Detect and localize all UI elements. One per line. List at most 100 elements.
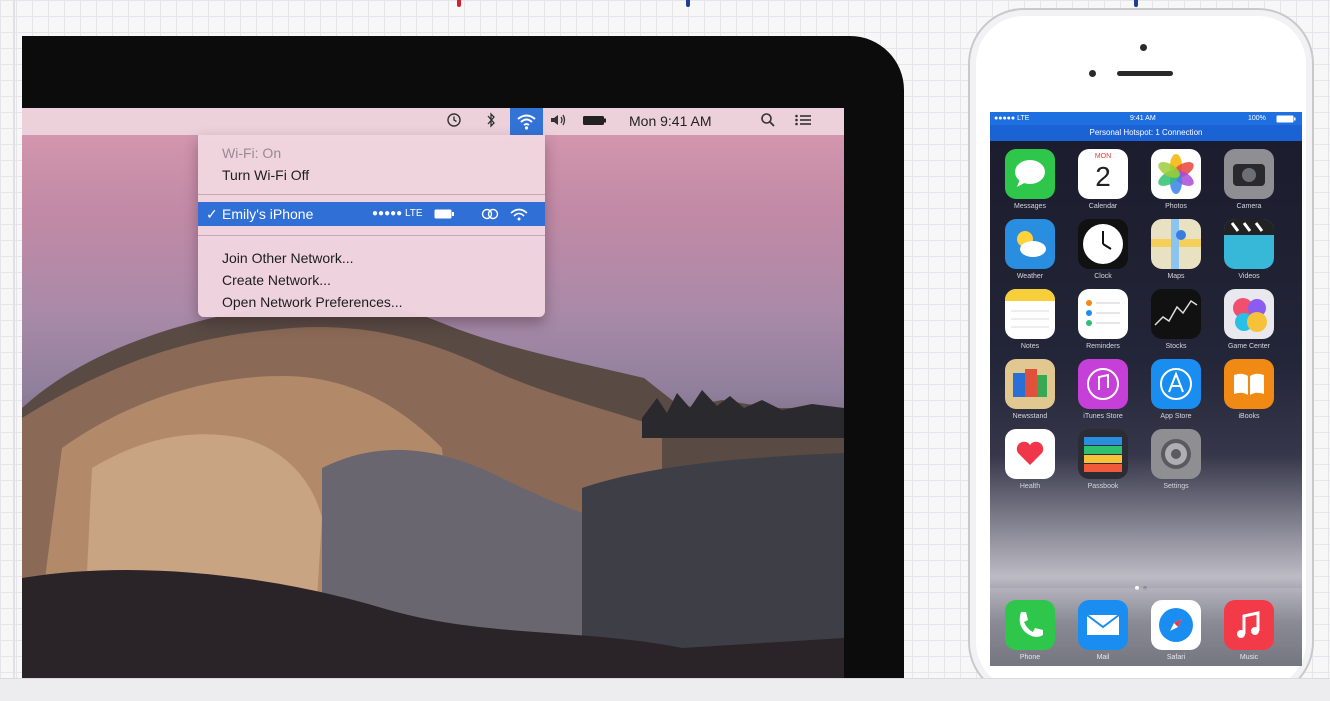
network-item-selected[interactable]: ✓ Emily's iPhone ●●●●● LTE — [198, 202, 545, 226]
safari-icon — [1151, 600, 1201, 650]
volume-icon[interactable] — [549, 112, 569, 131]
ios-battery-icon — [1276, 115, 1296, 123]
ios-status-bar: ●●●●● LTE 9:41 AM 100% — [990, 112, 1302, 125]
app-label: Mail — [1096, 654, 1110, 661]
app-stocks[interactable]: Stocks — [1141, 289, 1211, 361]
app-settings[interactable]: Settings — [1141, 429, 1211, 501]
wifi-dropdown-menu: Wi-Fi: On Turn Wi-Fi Off ✓ Emily's iPhon… — [198, 135, 545, 317]
app-label: App Store — [1160, 413, 1192, 420]
app-label: Music — [1239, 654, 1259, 661]
app-clock[interactable]: Clock — [1068, 219, 1138, 291]
personal-hotspot-banner[interactable]: Personal Hotspot: 1 Connection — [990, 125, 1302, 141]
app-calendar[interactable]: MON 2 Calendar — [1068, 149, 1138, 221]
notification-center-icon[interactable] — [794, 112, 812, 131]
hotspot-link-icon — [481, 208, 499, 220]
bluetooth-icon[interactable] — [486, 112, 496, 131]
mail-icon — [1078, 600, 1128, 650]
wifi-menu-button[interactable] — [510, 108, 543, 135]
banner-fragment — [686, 0, 690, 7]
iphone-home-screen: ●●●●● LTE 9:41 AM 100% Personal Hotspot:… — [990, 112, 1302, 666]
app-label: Settings — [1163, 483, 1189, 490]
app-photos[interactable]: Photos — [1141, 149, 1211, 221]
stocks-icon — [1151, 289, 1201, 339]
iphone-earpiece — [1117, 71, 1173, 76]
app-reminders[interactable]: Reminders — [1068, 289, 1138, 361]
app-store-icon — [1151, 359, 1201, 409]
settings-icon — [1151, 429, 1201, 479]
videos-icon — [1224, 219, 1274, 269]
mac-desktop: Mon 9:41 AM Wi-Fi: On Turn Wi-Fi Off ✓ E… — [22, 108, 844, 678]
checkmark-icon: ✓ — [206, 206, 218, 222]
app-messages[interactable]: Messages — [995, 149, 1065, 221]
battery-icon — [434, 209, 454, 219]
time-machine-icon[interactable] — [446, 112, 462, 131]
ios-dock: Phone Mail Safari Music — [990, 588, 1302, 666]
create-network-item[interactable]: Create Network... — [222, 270, 331, 290]
app-mail[interactable]: Mail — [1068, 600, 1138, 666]
app-videos[interactable]: Videos — [1214, 219, 1284, 291]
join-other-network-item[interactable]: Join Other Network... — [222, 248, 354, 268]
app-label: Weather — [1016, 273, 1044, 280]
itunes-store-icon — [1078, 359, 1128, 409]
app-passbook[interactable]: Passbook — [1068, 429, 1138, 501]
app-weather[interactable]: Weather — [995, 219, 1065, 291]
app-game-center[interactable]: Game Center — [1214, 289, 1284, 361]
iphone-proximity-sensor — [1140, 44, 1147, 51]
open-network-preferences-item[interactable]: Open Network Preferences... — [222, 292, 403, 312]
photos-icon — [1151, 149, 1201, 199]
app-label: iTunes Store — [1083, 413, 1123, 420]
app-notes[interactable]: Notes — [995, 289, 1065, 361]
app-health[interactable]: Health — [995, 429, 1065, 501]
notes-icon — [1005, 289, 1055, 339]
passbook-icon — [1078, 429, 1128, 479]
page-rule — [13, 0, 15, 701]
top-cropped-banner — [0, 0, 1330, 8]
app-safari[interactable]: Safari — [1141, 600, 1211, 666]
spotlight-icon[interactable] — [760, 112, 776, 131]
calendar-date: 2 — [1095, 161, 1111, 192]
camera-icon — [1224, 149, 1274, 199]
page-indicator — [1135, 577, 1157, 590]
cellular-signal-label: ●●●●● LTE — [372, 208, 423, 219]
health-icon — [1005, 429, 1055, 479]
calendar-icon: MON 2 — [1078, 149, 1128, 199]
app-app-store[interactable]: App Store — [1141, 359, 1211, 431]
app-maps[interactable]: Maps — [1141, 219, 1211, 291]
app-label: Photos — [1165, 203, 1187, 210]
messages-icon — [1005, 149, 1055, 199]
ios-time: 9:41 AM — [1130, 115, 1156, 122]
banner-fragment — [457, 0, 461, 7]
app-label: Stocks — [1165, 343, 1187, 350]
app-label: Messages — [1014, 203, 1046, 210]
app-label: Game Center — [1227, 343, 1271, 350]
menu-separator — [198, 194, 545, 195]
banner-fragment — [1134, 0, 1138, 7]
app-itunes-store[interactable]: iTunes Store — [1068, 359, 1138, 431]
wifi-icon — [517, 114, 536, 130]
app-label: Phone — [1019, 654, 1041, 661]
ios-signal: ●●●●● LTE — [994, 115, 1030, 122]
app-camera[interactable]: Camera — [1214, 149, 1284, 221]
weather-icon — [1005, 219, 1055, 269]
app-label: Health — [1019, 483, 1041, 490]
app-label: Camera — [1236, 203, 1262, 210]
menubar-clock[interactable]: Mon 9:41 AM — [629, 112, 712, 131]
reminders-icon — [1078, 289, 1128, 339]
turn-wifi-off-item[interactable]: Turn Wi-Fi Off — [222, 165, 309, 185]
page-footer-band — [0, 678, 1330, 701]
app-phone[interactable]: Phone — [995, 600, 1065, 666]
iphone-front-camera — [1089, 70, 1096, 77]
maps-icon — [1151, 219, 1201, 269]
app-label: Videos — [1238, 273, 1260, 280]
app-label: Safari — [1166, 654, 1186, 661]
network-name: Emily's iPhone — [222, 206, 314, 222]
app-label: iBooks — [1238, 413, 1260, 420]
app-music[interactable]: Music — [1214, 600, 1284, 666]
battery-icon[interactable] — [582, 112, 608, 131]
wifi-signal-icon — [510, 208, 528, 221]
app-label: Newsstand — [1012, 413, 1048, 420]
app-label: Calendar — [1088, 203, 1118, 210]
app-newsstand[interactable]: Newsstand — [995, 359, 1065, 431]
app-ibooks[interactable]: iBooks — [1214, 359, 1284, 431]
app-label: Reminders — [1086, 343, 1120, 350]
